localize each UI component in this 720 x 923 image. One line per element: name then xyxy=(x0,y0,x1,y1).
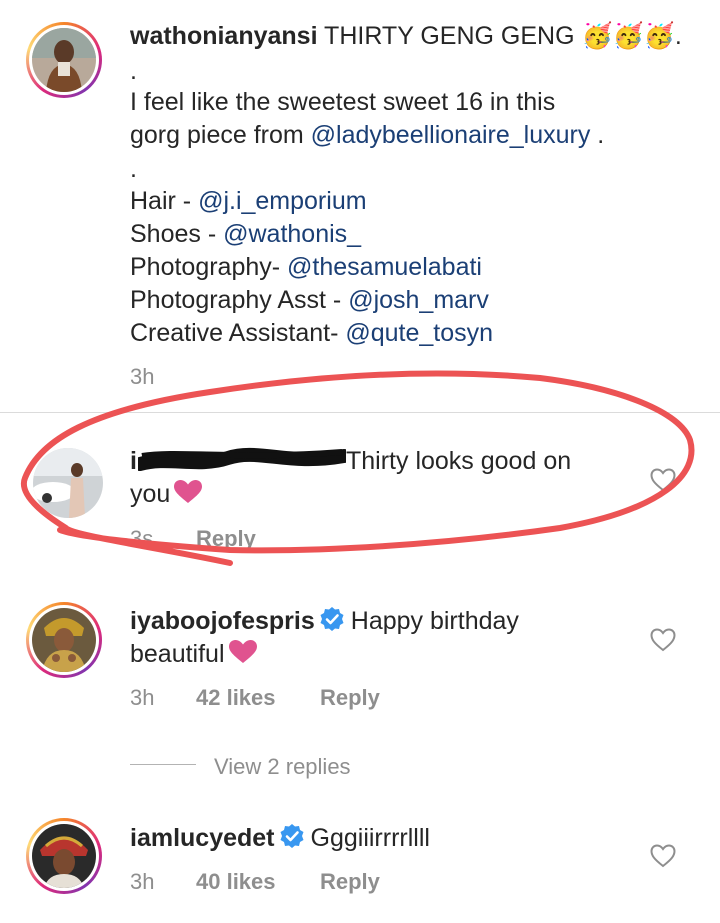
like-heart-icon[interactable] xyxy=(650,844,676,868)
comment-timestamp: 3h xyxy=(130,869,155,894)
reply-button[interactable]: Reply xyxy=(320,869,380,895)
view-replies-button[interactable]: View 2 replies xyxy=(214,754,351,780)
comment-text: beautiful xyxy=(130,640,225,668)
comment-text: Happy birthday xyxy=(350,607,519,635)
replies-line xyxy=(130,764,196,765)
pink-heart-emoji-icon xyxy=(228,640,257,663)
like-heart-icon[interactable] xyxy=(650,628,676,652)
verified-badge-icon xyxy=(320,607,344,631)
likes-count[interactable]: 42 likes xyxy=(196,685,276,711)
comment-avatar[interactable] xyxy=(26,818,102,894)
annotation-circle xyxy=(20,370,695,566)
comment-text-line-2: beautiful xyxy=(130,638,257,671)
avatar-photo-icon xyxy=(32,608,96,672)
comment-username[interactable]: iamlucyedet xyxy=(130,824,275,852)
avatar-photo-icon xyxy=(32,824,96,888)
comment-timestamp: 3h xyxy=(130,685,155,710)
comment-text-line: iamlucyedet Gggiiirrrrllll xyxy=(130,822,430,855)
comment-text: Gggiiirrrrllll xyxy=(310,824,430,852)
comment-username[interactable]: iyaboojofespris xyxy=(130,607,315,635)
comment-text-line: iyaboojofespris Happy birthday xyxy=(130,605,519,638)
reply-button[interactable]: Reply xyxy=(320,685,380,711)
verified-badge-icon xyxy=(280,824,304,848)
comment-avatar[interactable] xyxy=(26,602,102,678)
likes-count[interactable]: 40 likes xyxy=(196,869,276,895)
